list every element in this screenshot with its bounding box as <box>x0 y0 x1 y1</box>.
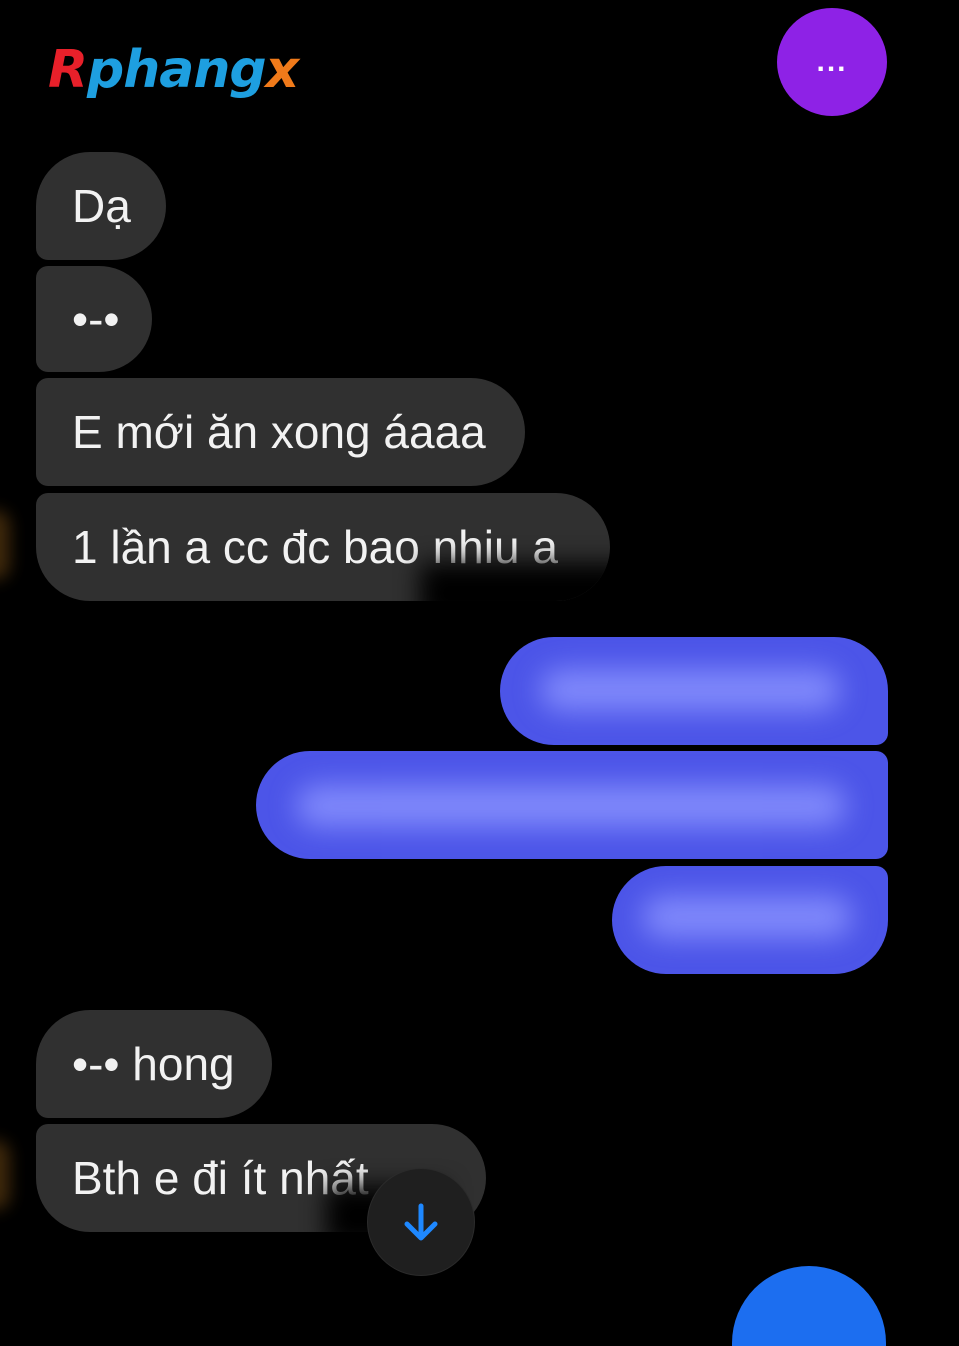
avatar-partial <box>0 510 10 580</box>
logo-part-1: R <box>48 40 88 100</box>
avatar-partial <box>0 1140 10 1210</box>
message-text: E mới ăn xong áaaa <box>72 406 486 458</box>
logo-part-3: x <box>265 40 300 100</box>
blur-overlay <box>420 563 610 601</box>
sent-message-redacted[interactable] <box>612 866 888 974</box>
received-message[interactable]: 1 lần a cc đc bao nhiu a <box>36 493 610 601</box>
message-text: •-• <box>72 293 120 345</box>
redacted-text <box>642 896 852 938</box>
more-options-button[interactable]: ... <box>777 8 887 116</box>
scroll-to-bottom-button[interactable] <box>367 1168 475 1276</box>
redacted-text <box>540 669 840 711</box>
more-dots-icon: ... <box>816 45 848 78</box>
logo-part-2: phang <box>87 40 267 100</box>
received-message[interactable]: E mới ăn xong áaaa <box>36 378 525 486</box>
message-text: Bth e đi ít nhất <box>72 1152 369 1204</box>
message-text: •-• hong <box>72 1038 235 1090</box>
sent-message-redacted[interactable] <box>256 751 888 859</box>
arrow-down-icon <box>404 1203 438 1241</box>
message-text: Dạ <box>72 180 131 232</box>
sent-message-redacted[interactable] <box>500 637 888 745</box>
redacted-text <box>296 785 846 827</box>
sent-message-partial[interactable] <box>732 1266 886 1346</box>
received-message[interactable]: •-• <box>36 266 152 372</box>
received-message[interactable]: Dạ <box>36 152 166 260</box>
watermark-logo: Rphangx <box>48 44 299 96</box>
received-message[interactable]: •-• hong <box>36 1010 272 1118</box>
